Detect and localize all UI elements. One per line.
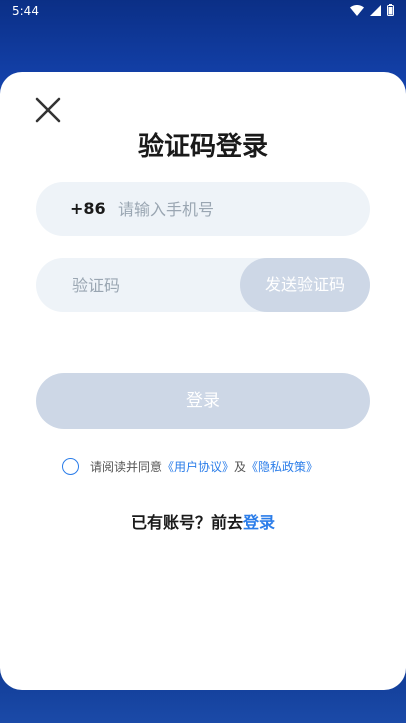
privacy-policy-link[interactable]: 《隐私政策》 <box>246 458 318 475</box>
close-button[interactable] <box>30 92 66 128</box>
agreement-checkbox[interactable] <box>62 457 79 475</box>
agreement-row: 请阅读并同意 《用户协议》 及 《隐私政策》 <box>62 456 318 476</box>
wifi-icon <box>350 4 364 16</box>
code-input[interactable] <box>72 258 242 312</box>
country-code-selector[interactable]: +86 <box>70 182 106 236</box>
agreement-and: 及 <box>234 459 247 474</box>
status-time: 5:44 <box>12 4 39 18</box>
close-icon <box>35 97 61 123</box>
phone-input[interactable] <box>118 182 348 236</box>
have-account-row: 已有账号？前去登录 <box>0 509 406 533</box>
have-account-text: 已有账号？前去 <box>130 513 243 532</box>
status-icons <box>350 4 394 16</box>
page-title: 验证码登录 <box>137 132 268 162</box>
agreement-prefix: 请阅读并同意 <box>90 459 163 474</box>
code-field: 发送验证码 <box>36 258 370 312</box>
battery-icon <box>387 4 394 16</box>
login-button[interactable]: 登录 <box>36 373 370 429</box>
user-agreement-link[interactable]: 《用户协议》 <box>162 458 234 475</box>
go-login-link[interactable]: 登录 <box>243 513 275 532</box>
signal-icon <box>370 4 381 16</box>
phone-field: +86 <box>36 182 370 236</box>
send-code-button[interactable]: 发送验证码 <box>240 258 370 312</box>
login-sheet: 验证码登录 +86 发送验证码 登录 请阅读并同意 《用户协议》 及 《隐私政策… <box>0 72 406 690</box>
status-bar: 5:44 <box>0 0 406 24</box>
